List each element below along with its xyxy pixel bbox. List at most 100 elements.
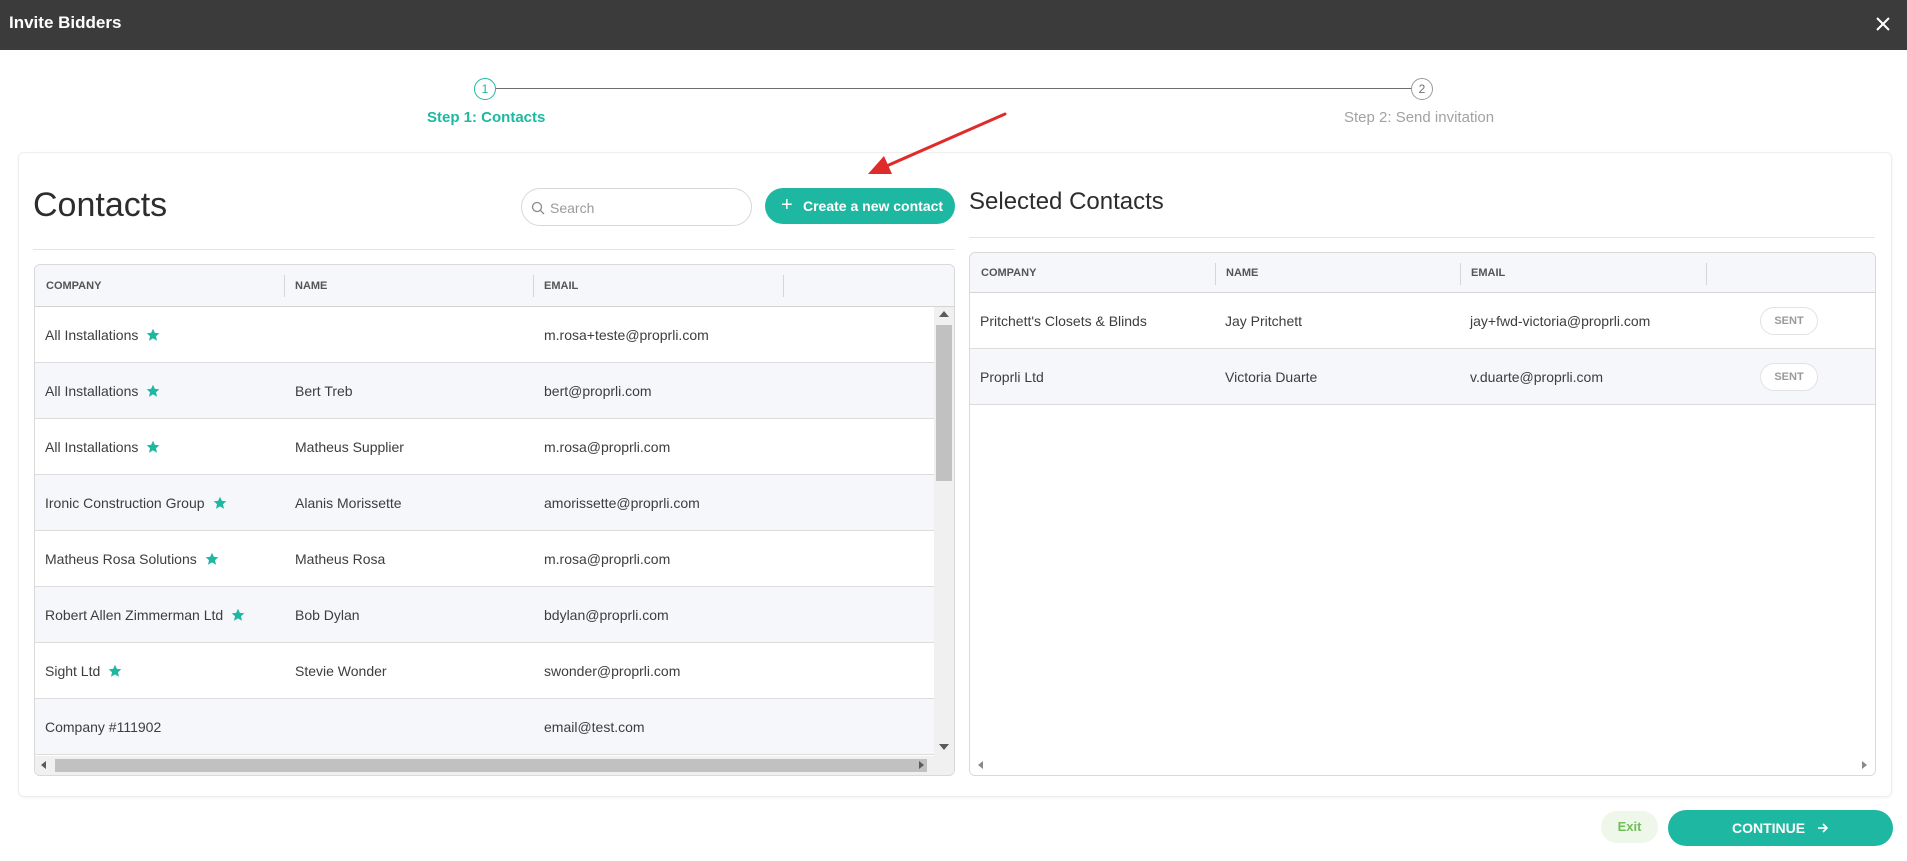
sent-status-badge: SENT	[1760, 307, 1818, 335]
selected-contacts-rows: Pritchett's Closets & Blinds Jay Pritche…	[970, 293, 1875, 405]
company-cell: Pritchett's Closets & Blinds	[980, 313, 1147, 329]
step-1-label[interactable]: Step 1: Contacts	[427, 109, 545, 126]
create-new-contact-button[interactable]: + Create a new contact	[765, 188, 955, 224]
create-new-contact-label: Create a new contact	[803, 198, 944, 214]
column-header-email[interactable]: EMAIL	[1460, 253, 1707, 293]
star-icon	[147, 384, 160, 397]
scroll-down-arrow-icon[interactable]	[939, 744, 949, 750]
company-cell: Proprli Ltd	[980, 369, 1044, 385]
horizontal-scroll-thumb[interactable]	[55, 759, 927, 772]
star-icon	[108, 664, 122, 677]
company-cell: Company #111902	[45, 719, 162, 735]
name-cell: Stevie Wonder	[295, 663, 387, 679]
table-row[interactable]: Robert Allen Zimmerman Ltd Bob Dylan bdy…	[35, 587, 934, 643]
email-cell: swonder@proprli.com	[544, 663, 681, 679]
company-cell: All Installations	[45, 363, 160, 419]
star-icon	[147, 440, 160, 453]
search-input[interactable]	[550, 198, 745, 218]
email-cell: jay+fwd-victoria@proprli.com	[1470, 313, 1651, 329]
title-bar: Invite Bidders	[0, 0, 1907, 50]
close-button[interactable]	[1869, 10, 1897, 38]
column-header-name[interactable]: NAME	[284, 265, 534, 307]
contacts-rows: All Installations m.rosa+teste@proprli.c…	[35, 307, 934, 755]
horizontal-scrollbar[interactable]	[35, 756, 954, 775]
continue-button[interactable]: CONTINUE	[1668, 810, 1893, 846]
table-row[interactable]: Company #111902 email@test.com	[35, 699, 934, 755]
step-2-label[interactable]: Step 2: Send invitation	[1344, 109, 1494, 126]
column-header-label: EMAIL	[544, 280, 579, 292]
table-row[interactable]: Ironic Construction Group Alanis Morisse…	[35, 475, 934, 531]
table-row[interactable]: Sight Ltd Stevie Wonder swonder@proprli.…	[35, 643, 934, 699]
table-header: COMPANY NAME EMAIL	[35, 265, 954, 307]
scroll-right-arrow-icon[interactable]	[919, 761, 924, 769]
table-row[interactable]: Pritchett's Closets & Blinds Jay Pritche…	[970, 293, 1875, 349]
company-cell: Robert Allen Zimmerman Ltd	[45, 587, 245, 643]
search-icon	[531, 201, 545, 215]
column-header-company[interactable]: COMPANY	[970, 253, 1216, 293]
selected-contacts-title: Selected Contacts	[969, 188, 1164, 215]
horizontal-scrollbar[interactable]	[970, 756, 1875, 775]
step-1-indicator[interactable]: 1	[474, 78, 496, 100]
scroll-left-arrow-icon[interactable]	[978, 761, 983, 769]
email-cell: m.rosa+teste@proprli.com	[544, 327, 709, 343]
exit-button[interactable]: Exit	[1601, 811, 1658, 843]
step-2-indicator[interactable]: 2	[1411, 78, 1433, 100]
company-cell: Matheus Rosa Solutions	[45, 531, 219, 587]
table-row[interactable]: All Installations Matheus Supplier m.ros…	[35, 419, 934, 475]
continue-label: CONTINUE	[1731, 820, 1806, 836]
company-text: All Installations	[45, 327, 139, 343]
company-text: Matheus Rosa Solutions	[45, 551, 197, 567]
annotation-arrow-icon	[868, 112, 1007, 174]
star-icon	[147, 328, 160, 341]
table-row[interactable]: All Installations Bert Treb bert@proprli…	[35, 363, 934, 419]
company-text: All Installations	[45, 439, 139, 455]
column-header-company[interactable]: COMPANY	[35, 265, 285, 307]
selected-contacts-table: COMPANY NAME EMAIL Pritchett's Closets &…	[969, 252, 1876, 776]
column-header-label: EMAIL	[1471, 267, 1506, 279]
company-text: Robert Allen Zimmerman Ltd	[45, 607, 224, 623]
column-header-name[interactable]: NAME	[1215, 253, 1461, 293]
company-cell: Ironic Construction Group	[45, 475, 227, 531]
scroll-up-arrow-icon[interactable]	[939, 311, 949, 317]
company-cell: Sight Ltd	[45, 643, 122, 699]
name-cell: Victoria Duarte	[1225, 369, 1318, 385]
name-cell: Jay Pritchett	[1225, 313, 1303, 329]
vertical-scrollbar[interactable]	[934, 307, 954, 756]
divider	[33, 249, 955, 250]
stepper-line	[496, 88, 1422, 89]
email-cell: bert@proprli.com	[544, 383, 652, 399]
column-header-label: NAME	[295, 280, 328, 292]
email-cell: v.duarte@proprli.com	[1470, 369, 1603, 385]
company-text: Sight Ltd	[45, 663, 101, 679]
name-cell: Bob Dylan	[295, 607, 360, 623]
company-cell: All Installations	[45, 419, 160, 475]
name-cell: Matheus Supplier	[295, 439, 404, 455]
sent-status-badge: SENT	[1760, 363, 1818, 391]
column-header-status	[1706, 253, 1875, 293]
divider	[969, 237, 1875, 238]
scroll-left-arrow-icon[interactable]	[41, 761, 46, 769]
email-cell: email@test.com	[544, 719, 645, 735]
contacts-title: Contacts	[33, 186, 168, 224]
column-header-email[interactable]: EMAIL	[533, 265, 784, 307]
company-text: Ironic Construction Group	[45, 495, 205, 511]
company-cell: All Installations	[45, 307, 160, 363]
table-row[interactable]: Matheus Rosa Solutions Matheus Rosa m.ro…	[35, 531, 934, 587]
vertical-scroll-thumb[interactable]	[936, 325, 952, 481]
contacts-table: COMPANY NAME EMAIL All Installations m.r…	[34, 264, 955, 776]
company-text: All Installations	[45, 383, 139, 399]
name-cell: Alanis Morissette	[295, 495, 402, 511]
email-cell: m.rosa@proprli.com	[544, 439, 671, 455]
table-row[interactable]: All Installations m.rosa+teste@proprli.c…	[35, 307, 934, 363]
search-box[interactable]	[521, 188, 752, 226]
column-header-label: NAME	[1226, 267, 1259, 279]
star-icon	[205, 552, 219, 565]
window-title: Invite Bidders	[9, 13, 122, 32]
column-header-label: COMPANY	[981, 267, 1037, 279]
email-cell: bdylan@proprli.com	[544, 607, 669, 623]
email-cell: m.rosa@proprli.com	[544, 551, 671, 567]
email-cell: amorissette@proprli.com	[544, 495, 700, 511]
table-row[interactable]: Proprli Ltd Victoria Duarte v.duarte@pro…	[970, 349, 1875, 405]
scroll-right-arrow-icon[interactable]	[1862, 761, 1867, 769]
column-header-label: COMPANY	[46, 280, 102, 292]
